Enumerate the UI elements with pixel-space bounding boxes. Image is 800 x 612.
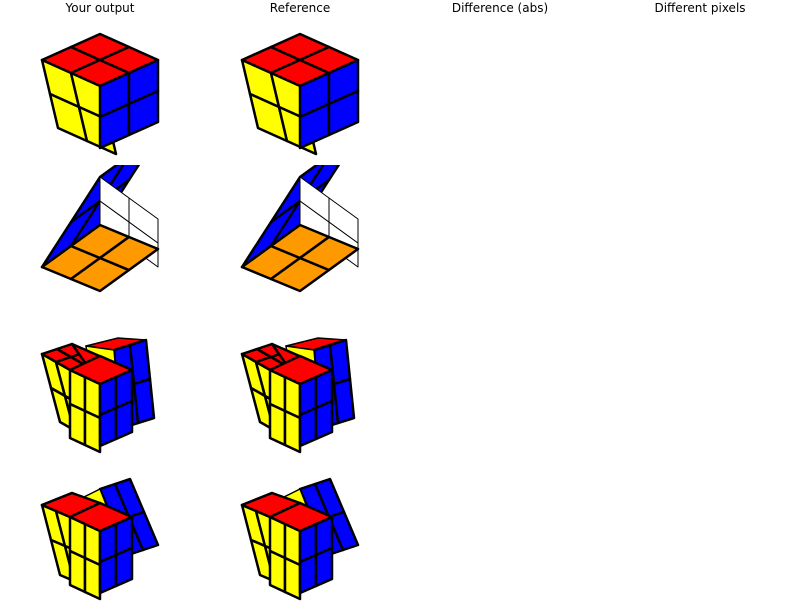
cube-solved-bottom-view: [40, 133, 160, 293]
cube-back-turn-large: [240, 477, 360, 601]
output-cube-row-3: [0, 310, 200, 460]
column-header-reference: Reference: [269, 1, 331, 15]
reference-cube-row-3: [200, 310, 400, 460]
difference-cell-row-4: [400, 455, 600, 605]
front-layer-front-yellow-sticker: [268, 402, 287, 447]
column-header-output: Your output: [65, 1, 135, 15]
cube-solved-bottom-view: [240, 133, 360, 293]
front-layer-front-yellow-sticker: [68, 402, 87, 447]
front-layer-right-blue-sticker: [314, 546, 334, 588]
cube-solved-top-view: [240, 32, 360, 156]
column-header-different-pixels: Different pixels: [654, 1, 746, 15]
reference-cube-row-1: [200, 20, 400, 170]
cube-back-turn-small: [240, 337, 356, 454]
front-layer-right-blue-sticker: [98, 553, 118, 595]
front-layer-front-yellow-sticker: [283, 409, 302, 454]
front-layer-front-yellow-sticker: [83, 556, 102, 601]
difference-cell-row-3: [400, 310, 600, 460]
front-layer-right-blue-sticker: [314, 399, 334, 441]
front-layer-front-yellow-sticker: [268, 549, 287, 594]
different-pixels-cell-row-4: [600, 455, 800, 605]
different-pixels-cell-row-3: [600, 310, 800, 460]
cube-solved-top-view: [40, 32, 160, 156]
reference-cube-row-4: [200, 455, 400, 605]
column-header-difference: Difference (abs): [451, 1, 549, 15]
output-cube-row-2: [0, 133, 200, 315]
different-pixels-cell-row-2: [600, 165, 800, 315]
front-layer-front-yellow-sticker: [68, 549, 87, 594]
front-layer-front-yellow-sticker: [283, 556, 302, 601]
front-layer-right-blue-sticker: [298, 553, 318, 595]
front-layer-front-yellow-sticker: [83, 409, 102, 454]
output-cube-row-1: [0, 20, 200, 170]
front-layer-right-blue-sticker: [114, 546, 134, 588]
difference-cell-row-1: [400, 20, 600, 170]
cube-back-turn-large: [40, 477, 160, 601]
output-cube-row-4: [0, 455, 200, 605]
cube-back-turn-small: [40, 337, 156, 454]
front-layer-right-blue-sticker: [298, 406, 318, 448]
back-layer-right-blue-sticker: [132, 377, 156, 425]
front-layer-right-blue-sticker: [114, 399, 134, 441]
back-layer-right-blue-sticker: [332, 377, 356, 425]
front-layer-right-blue-sticker: [98, 406, 118, 448]
difference-cell-row-2: [400, 165, 600, 315]
different-pixels-cell-row-1: [600, 20, 800, 170]
reference-cube-row-2: [200, 133, 400, 315]
